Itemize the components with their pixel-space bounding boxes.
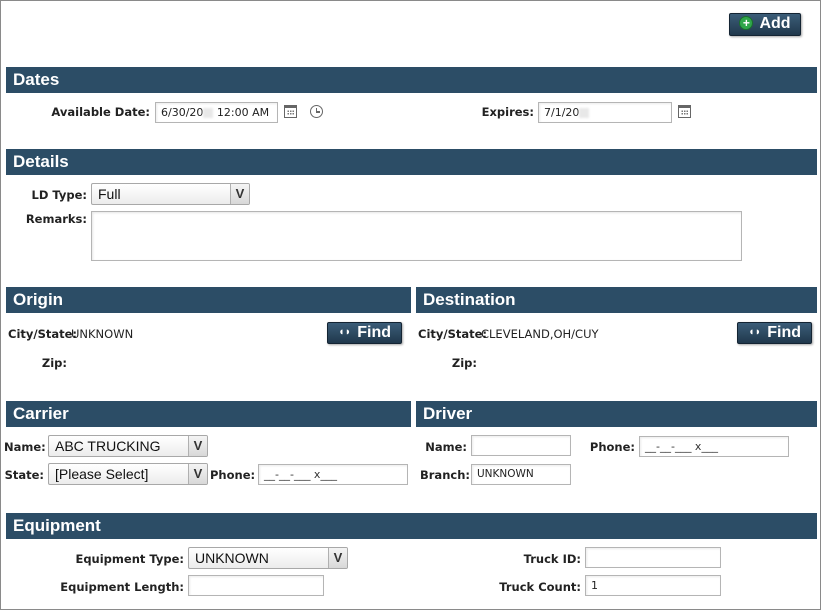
driver-name-input[interactable]: [471, 435, 571, 456]
ld-type-select[interactable]: Full V: [91, 183, 250, 205]
binoculars-icon: ◖◗: [337, 326, 352, 338]
truck-id-input[interactable]: [585, 547, 721, 568]
carrier-state-value: [Please Select]: [55, 466, 149, 482]
available-time-value: 12:00 AM: [216, 106, 270, 119]
carrier-name-select[interactable]: ABC TRUCKING V: [48, 435, 208, 457]
driver-branch-input[interactable]: UNKNOWN: [471, 464, 571, 485]
chevron-down-icon[interactable]: V: [188, 464, 207, 484]
origin-city-state-label: City/State:: [8, 327, 78, 341]
available-date-input[interactable]: 6/30/20 12:00 AM: [155, 102, 278, 123]
calendar-icon[interactable]: [678, 105, 691, 118]
destination-zip-label: Zip:: [451, 356, 477, 370]
equipment-length-input[interactable]: [188, 575, 324, 596]
equipment-type-select[interactable]: UNKNOWN V: [188, 547, 348, 569]
carrier-phone-label: Phone:: [210, 468, 256, 482]
equipment-header: Equipment: [6, 513, 817, 539]
redacted-year: [579, 108, 590, 118]
carrier-name-value: ABC TRUCKING: [55, 438, 161, 454]
add-button[interactable]: + Add: [729, 13, 801, 36]
available-date-label: Available Date:: [51, 105, 150, 119]
equipment-type-label: Equipment Type:: [75, 552, 184, 566]
chevron-down-icon[interactable]: V: [188, 436, 207, 456]
remarks-textarea[interactable]: [91, 211, 742, 261]
expires-input[interactable]: 7/1/20: [538, 102, 672, 123]
clock-icon[interactable]: [310, 105, 323, 118]
origin-find-label: Find: [357, 324, 392, 342]
dates-header: Dates: [6, 67, 817, 93]
driver-name-label: Name:: [425, 440, 467, 454]
redacted-year: [203, 108, 214, 118]
carrier-state-label: State:: [4, 468, 44, 482]
carrier-phone-input[interactable]: __-__-___ x___: [258, 464, 408, 485]
origin-city-state-value: UNKNOWN: [71, 327, 134, 341]
chevron-down-icon[interactable]: V: [230, 184, 249, 204]
truck-id-label: Truck ID:: [523, 552, 581, 566]
destination-find-label: Find: [767, 324, 802, 342]
destination-city-state-label: City/State:: [418, 327, 488, 341]
driver-phone-label: Phone:: [589, 440, 635, 454]
destination-city-state-value: CLEVELAND,OH/CUY: [481, 327, 599, 341]
driver-phone-input[interactable]: __-__-___ x___: [639, 436, 789, 457]
carrier-name-label: Name:: [4, 440, 46, 454]
add-button-label: Add: [759, 15, 791, 32]
origin-zip-label: Zip:: [41, 356, 67, 370]
plus-circle-icon: +: [739, 15, 754, 30]
origin-header: Origin: [6, 287, 411, 313]
details-header: Details: [6, 149, 817, 175]
ld-type-label: LD Type:: [31, 188, 87, 202]
binoculars-icon: ◖◗: [747, 326, 762, 338]
calendar-icon[interactable]: [284, 105, 297, 118]
truck-count-label: Truck Count:: [499, 580, 581, 594]
truck-count-input[interactable]: 1: [585, 575, 721, 596]
available-date-value: 6/30/20: [161, 106, 204, 119]
driver-header: Driver: [416, 401, 817, 427]
equipment-type-value: UNKNOWN: [195, 550, 269, 566]
origin-find-button[interactable]: ◖◗ Find: [327, 322, 402, 344]
destination-header: Destination: [416, 287, 817, 313]
destination-find-button[interactable]: ◖◗ Find: [737, 322, 812, 344]
carrier-state-select[interactable]: [Please Select] V: [48, 463, 208, 485]
carrier-header: Carrier: [6, 401, 411, 427]
remarks-label: Remarks:: [25, 212, 87, 226]
expires-label: Expires:: [481, 105, 534, 119]
driver-branch-label: Branch:: [420, 468, 470, 482]
ld-type-value: Full: [98, 186, 121, 202]
equipment-length-label: Equipment Length:: [60, 580, 184, 594]
expires-value: 7/1/20: [544, 106, 580, 119]
chevron-down-icon[interactable]: V: [328, 548, 347, 568]
